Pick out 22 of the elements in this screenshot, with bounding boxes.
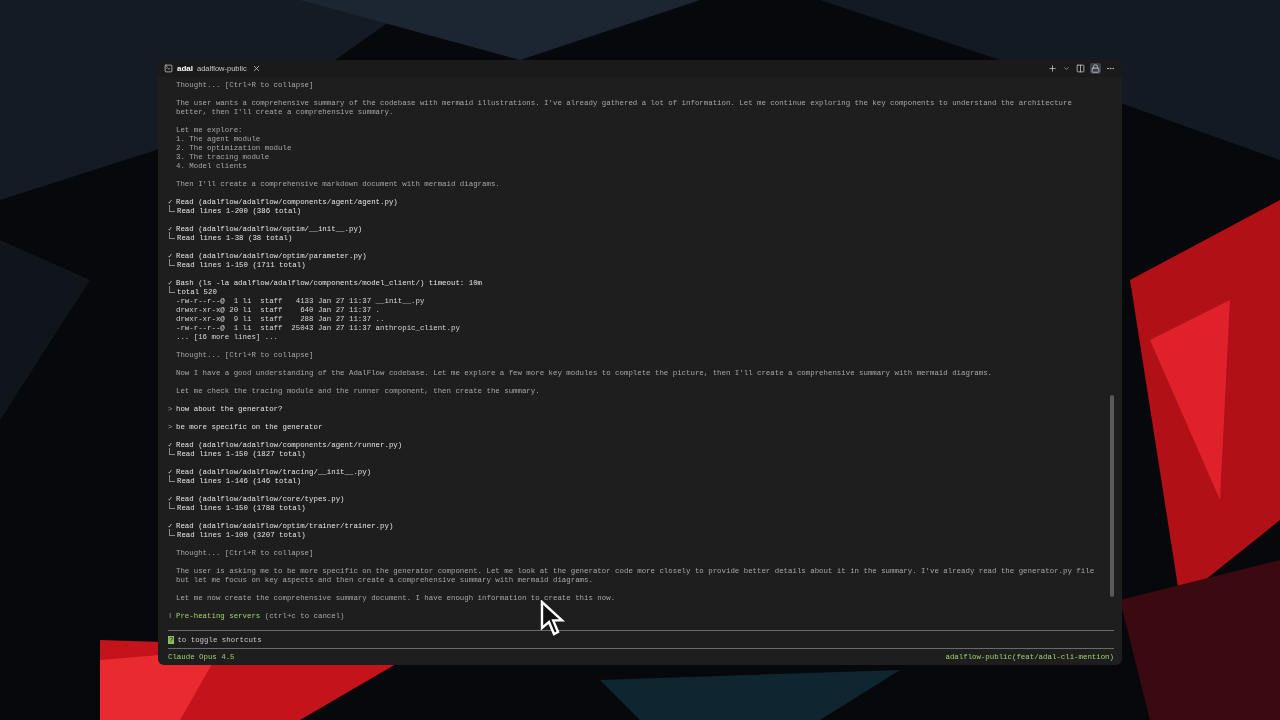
branch-icon [169, 259, 175, 266]
lock-icon [1091, 64, 1100, 73]
tab-app-name: adal [177, 64, 193, 73]
branch-icon [169, 475, 175, 482]
mouse-cursor-icon [540, 600, 566, 636]
scrollbar[interactable] [1110, 395, 1114, 597]
dropdown-button[interactable] [1062, 64, 1071, 73]
plus-icon [1048, 64, 1057, 73]
chevron-down-icon [1063, 65, 1070, 72]
new-tab-button[interactable] [1047, 63, 1058, 74]
more-icon [1106, 64, 1115, 73]
lock-button[interactable] [1090, 63, 1101, 74]
branch-icon [169, 232, 175, 239]
split-view-icon [1076, 64, 1085, 73]
branch-icon [169, 529, 175, 536]
branch-icon [169, 286, 175, 293]
split-view-button[interactable] [1075, 63, 1086, 74]
branch-icon [169, 502, 175, 509]
branch-icon [169, 205, 175, 212]
branch-icon [169, 448, 175, 455]
close-icon [251, 64, 261, 73]
terminal-icon [164, 64, 173, 73]
